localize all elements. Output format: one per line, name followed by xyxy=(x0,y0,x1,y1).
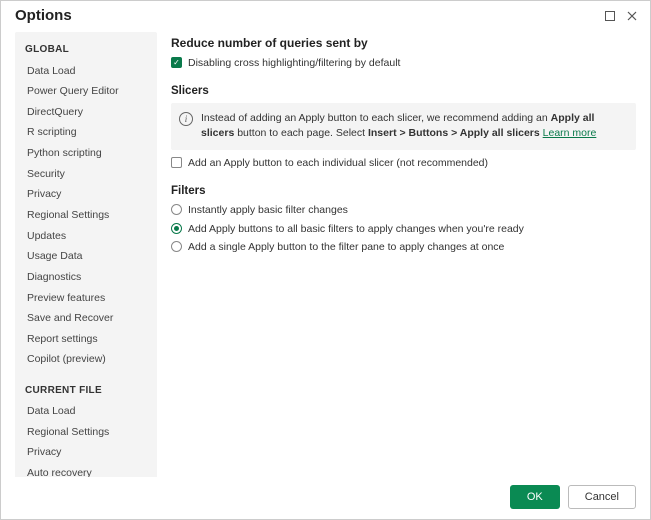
learn-more-link[interactable]: Learn more xyxy=(543,127,597,139)
slicer-apply-row[interactable]: Add an Apply button to each individual s… xyxy=(171,156,636,171)
slicers-infobox: i Instead of adding an Apply button to e… xyxy=(171,103,636,151)
sidebar-item-usage-data[interactable]: Usage Data xyxy=(15,247,157,268)
sidebar-item-directquery[interactable]: DirectQuery xyxy=(15,102,157,123)
page-heading: Reduce number of queries sent by xyxy=(171,36,636,50)
sidebar-item-power-query-editor[interactable]: Power Query Editor xyxy=(15,82,157,103)
titlebar: Options xyxy=(1,1,650,26)
filter-radio-0[interactable] xyxy=(171,204,182,215)
sidebar-item-security[interactable]: Security xyxy=(15,164,157,185)
close-icon[interactable] xyxy=(624,8,640,24)
sidebar-item-preview-features[interactable]: Preview features xyxy=(15,288,157,309)
sidebar-item-regional-settings[interactable]: Regional Settings xyxy=(15,205,157,226)
filter-option-0[interactable]: Instantly apply basic filter changes xyxy=(171,203,636,218)
sidebar-item-report-settings[interactable]: Report settings xyxy=(15,329,157,350)
slicers-info-text: Instead of adding an Apply button to eac… xyxy=(201,111,626,143)
filter-option-1[interactable]: Add Apply buttons to all basic filters t… xyxy=(171,222,636,237)
dialog-title: Options xyxy=(15,7,596,24)
sidebar-item-privacy[interactable]: Privacy xyxy=(15,185,157,206)
sidebar-item-save-recover[interactable]: Save and Recover xyxy=(15,309,157,330)
sidebar-item-cf-auto-recovery[interactable]: Auto recovery xyxy=(15,464,157,477)
filter-radio-2[interactable] xyxy=(171,241,182,252)
dialog-footer: OK Cancel xyxy=(1,477,650,519)
filter-option-2[interactable]: Add a single Apply button to the filter … xyxy=(171,240,636,255)
dialog-body: GLOBAL Data Load Power Query Editor Dire… xyxy=(1,26,650,477)
filter-label-2: Add a single Apply button to the filter … xyxy=(188,240,504,255)
maximize-icon[interactable] xyxy=(602,8,618,24)
disable-cross-row[interactable]: ✓ Disabling cross highlighting/filtering… xyxy=(171,56,636,71)
filter-radio-1[interactable] xyxy=(171,223,182,234)
sidebar-item-r-scripting[interactable]: R scripting xyxy=(15,123,157,144)
sidebar-heading-global: GLOBAL xyxy=(15,40,157,61)
sidebar-item-data-load[interactable]: Data Load xyxy=(15,61,157,82)
sidebar-item-cf-data-load[interactable]: Data Load xyxy=(15,402,157,423)
main-panel: Reduce number of queries sent by ✓ Disab… xyxy=(171,32,640,477)
sidebar-item-copilot[interactable]: Copilot (preview) xyxy=(15,350,157,371)
ok-button[interactable]: OK xyxy=(510,485,560,509)
filter-label-0: Instantly apply basic filter changes xyxy=(188,203,348,218)
filter-label-1: Add Apply buttons to all basic filters t… xyxy=(188,222,524,237)
sidebar-item-updates[interactable]: Updates xyxy=(15,226,157,247)
slicer-apply-label: Add an Apply button to each individual s… xyxy=(188,156,488,171)
sidebar-heading-current: CURRENT FILE xyxy=(15,381,157,402)
sidebar-item-python-scripting[interactable]: Python scripting xyxy=(15,144,157,165)
options-dialog: Options GLOBAL Data Load Power Query Edi… xyxy=(0,0,651,520)
slicer-apply-checkbox[interactable] xyxy=(171,157,182,168)
sidebar-item-diagnostics[interactable]: Diagnostics xyxy=(15,267,157,288)
info-icon: i xyxy=(179,112,193,126)
filters-heading: Filters xyxy=(171,185,636,197)
slicers-heading: Slicers xyxy=(171,85,636,97)
disable-cross-checkbox[interactable]: ✓ xyxy=(171,57,182,68)
sidebar: GLOBAL Data Load Power Query Editor Dire… xyxy=(15,32,157,477)
disable-cross-label: Disabling cross highlighting/filtering b… xyxy=(188,56,400,71)
sidebar-item-cf-privacy[interactable]: Privacy xyxy=(15,443,157,464)
sidebar-item-cf-regional[interactable]: Regional Settings xyxy=(15,422,157,443)
cancel-button[interactable]: Cancel xyxy=(568,485,636,509)
